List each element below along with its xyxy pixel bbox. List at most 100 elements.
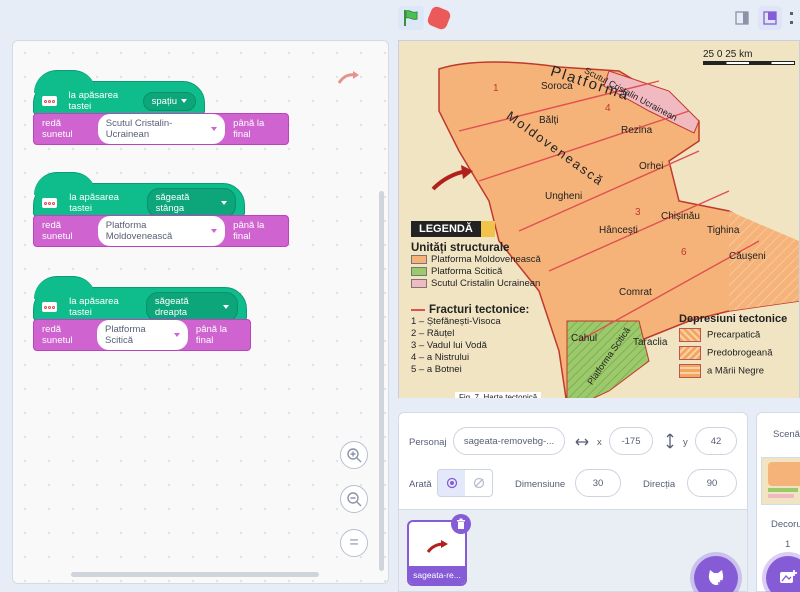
backdrops-label: Decoruri (771, 519, 800, 530)
fracture-number: 1 (493, 83, 499, 94)
key-dropdown[interactable]: spațiu (142, 91, 196, 111)
fullscreen-button[interactable] (786, 6, 800, 30)
legend-item: Platforma Scitică (411, 266, 681, 278)
fractures-heading: Fracturi tectonice: (411, 304, 681, 316)
stage-canvas[interactable]: 25 0 25 km Soroca Bălți Rezina Orhei Ung… (398, 40, 800, 404)
action-label: redă sunetul (42, 118, 73, 140)
event-label: la apăsarea tastei (68, 90, 119, 112)
normal-stage-icon (763, 11, 777, 25)
cat-add-icon (708, 570, 724, 586)
backdrops-count: 1 (785, 539, 791, 550)
key-dropdown[interactable]: săgeată dreapta (145, 292, 238, 322)
x-arrows-icon (575, 438, 589, 446)
scale-text: 25 0 25 km (703, 49, 753, 60)
small-stage-icon (735, 11, 749, 25)
arrow-sprite-icon (427, 540, 448, 553)
depressions-legend: Depresiuni tectonice Precarpatică Predob… (679, 313, 787, 378)
sound-dropdown[interactable]: Scutul Cristalin-Ucrainean (97, 114, 226, 144)
fracture-item: 5 – a Botnei (411, 364, 462, 375)
city-label: Tighina (707, 225, 740, 236)
fracture-item: 2 – Răuțel (411, 328, 455, 339)
city-label: Rezina (621, 125, 653, 136)
stage-bottom-bar (398, 398, 800, 404)
horizontal-scrollbar[interactable] (71, 572, 319, 577)
visibility-toggle (437, 469, 493, 497)
y-input[interactable]: 42 (695, 427, 737, 455)
city-label: Bălți (539, 115, 559, 126)
action-label: redă sunetul (42, 220, 73, 242)
sound-dropdown[interactable]: Platforma Scitică (97, 320, 188, 350)
normal-stage-button[interactable] (758, 6, 782, 30)
play-sound-block-2[interactable]: redă sunetul Platforma Moldovenească pân… (33, 215, 289, 247)
sprite-thumb-name: sageata-re... (409, 566, 465, 584)
vertical-scrollbar[interactable] (379, 191, 384, 571)
depression-item: Predobrogeană (679, 346, 787, 360)
add-sprite-button[interactable] (694, 556, 738, 592)
keyboard-icon (42, 302, 58, 312)
zoom-in-button[interactable] (340, 441, 368, 469)
zoom-in-icon (347, 448, 362, 463)
stage-thumbnail[interactable] (761, 457, 800, 505)
structural-heading: Unități structurale (411, 242, 510, 254)
x-input[interactable]: -175 (609, 427, 653, 455)
event-label: la apăsarea tastei (69, 192, 119, 214)
image-add-icon (780, 570, 797, 583)
sprite-name-input[interactable]: sageata-removebg-... (453, 427, 565, 455)
zoom-out-button[interactable] (340, 485, 368, 513)
y-arrows-icon (666, 433, 674, 449)
direction-input[interactable]: 90 (687, 469, 737, 497)
sprite-info-panel: Personaj sageata-removebg-... x -175 y 4… (398, 412, 748, 510)
fullscreen-icon (790, 12, 793, 24)
sound-dropdown[interactable]: Platforma Moldovenească (97, 216, 226, 246)
play-sound-block-3[interactable]: redă sunetul Platforma Scitică până la f… (33, 319, 251, 351)
hide-button[interactable] (465, 470, 492, 496)
x-label: x (597, 437, 602, 448)
keyboard-icon (42, 198, 58, 208)
direction-label: Direcția (643, 479, 676, 490)
scratch-editor: la apăsarea tastei spațiu redă sunetul S… (0, 0, 800, 592)
key-dropdown[interactable]: săgeată stânga (146, 188, 236, 218)
delete-sprite-button[interactable] (451, 514, 471, 534)
city-label: Orhei (639, 161, 664, 172)
when-key-pressed-block-1[interactable]: la apăsarea tastei spațiu (33, 70, 205, 115)
y-label: y (683, 437, 688, 448)
when-key-pressed-block-2[interactable]: la apăsarea tastei săgeată stânga (33, 172, 245, 218)
fracture-item: 4 – a Nistrului (411, 352, 470, 363)
city-label: Ungheni (545, 191, 583, 202)
green-flag-icon (404, 10, 418, 26)
event-label: la apăsarea tastei (69, 296, 119, 318)
when-key-pressed-block-3[interactable]: la apăsarea tastei săgeată dreapta (33, 276, 247, 322)
depression-item: a Mării Negre (679, 364, 787, 378)
stop-button[interactable] (425, 4, 453, 32)
map-scale: 25 0 25 km (703, 49, 795, 65)
small-stage-button[interactable] (730, 6, 754, 30)
map-legend: LEGENDĂ Unități structurale Platforma Mo… (411, 221, 681, 376)
fracture-item: 3 – Vadul lui Vodă (411, 340, 487, 351)
fracture-number: 6 (681, 247, 687, 258)
play-sound-block-1[interactable]: redă sunetul Scutul Cristalin-Ucrainean … (33, 113, 289, 145)
fracture-number: 4 (605, 103, 611, 114)
fracture-item: 1 – Ștefănești-Visoca (411, 316, 501, 327)
sprite-label: Personaj (409, 437, 447, 448)
show-label: Arată (409, 479, 432, 490)
stage-title: Scenă (773, 429, 800, 440)
code-workspace[interactable]: la apăsarea tastei spațiu redă sunetul S… (12, 40, 389, 584)
until-label: până la final (195, 324, 228, 346)
city-label: Căușeni (729, 251, 766, 262)
until-label: până la final (233, 220, 265, 242)
depression-item: Precarpatică (679, 328, 787, 342)
legend-item: Scutul Cristalin Ucrainean (411, 278, 681, 290)
action-label: redă sunetul (42, 324, 73, 346)
legend-title: LEGENDĂ (411, 221, 495, 237)
depressions-heading: Depresiuni tectonice (679, 313, 788, 325)
zoom-reset-button[interactable]: = (340, 529, 368, 557)
eye-icon (446, 477, 457, 489)
until-label: până la final (233, 118, 265, 140)
show-button[interactable] (438, 470, 465, 496)
trash-icon (457, 518, 465, 529)
size-input[interactable]: 30 (575, 469, 621, 497)
keyboard-icon (42, 96, 57, 106)
green-flag-button[interactable] (398, 6, 424, 30)
fracture-number: 3 (635, 207, 641, 218)
size-label: Dimensiune (515, 479, 566, 490)
